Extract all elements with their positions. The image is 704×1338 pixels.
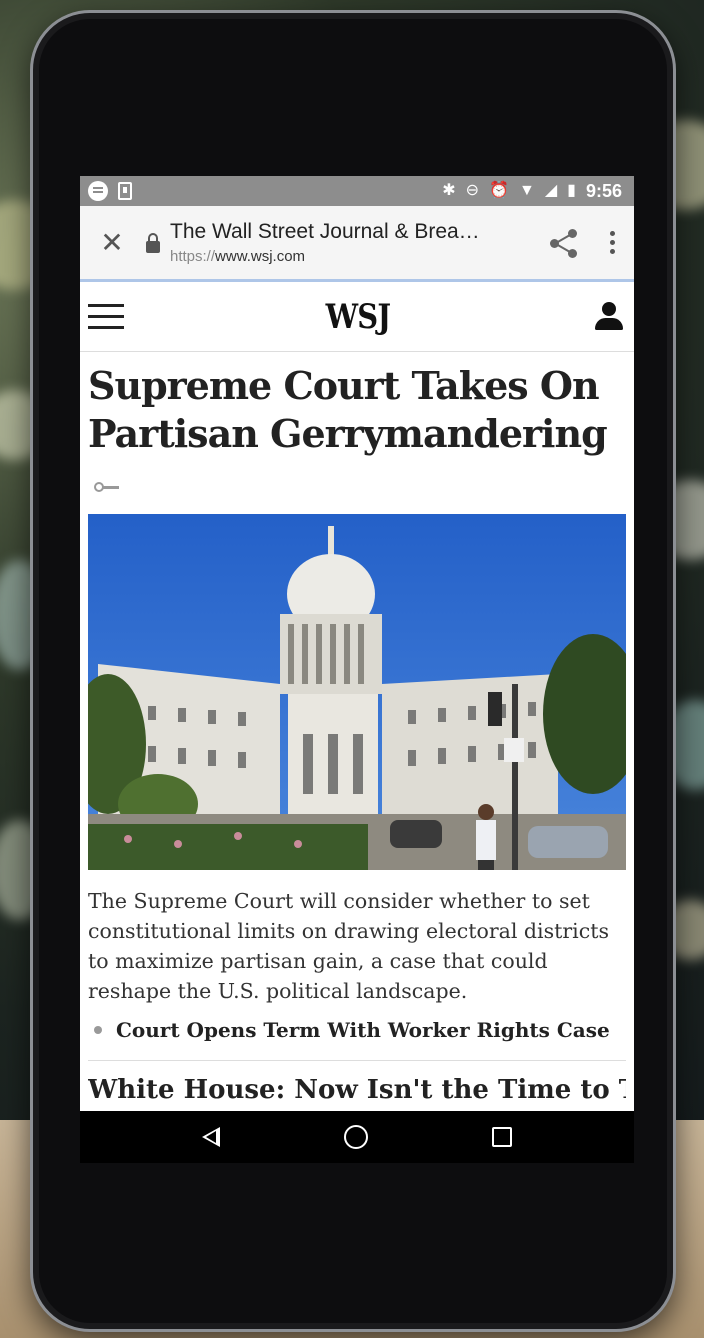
hamburger-menu-icon[interactable]	[88, 304, 124, 329]
divider	[88, 1060, 626, 1061]
android-nav-bar	[80, 1111, 634, 1163]
spotify-icon	[88, 181, 108, 201]
wsj-logo[interactable]: WSJ	[326, 297, 391, 337]
close-icon[interactable]: ✕	[92, 226, 132, 259]
bullet-icon	[94, 1026, 102, 1034]
status-bar: ✱ ⊖ ⏰ ▼ ◢ ▮ 9:56	[80, 176, 634, 206]
back-icon[interactable]	[202, 1127, 220, 1147]
subscriber-key-icon	[94, 482, 120, 492]
url-address: https://www.wsj.com	[170, 248, 536, 265]
bluetooth-icon: ✱	[442, 182, 456, 199]
phone-screen: ✱ ⊖ ⏰ ▼ ◢ ▮ 9:56 ✕ The Wall Street Journ…	[80, 176, 634, 1163]
article: Supreme Court Takes On Partisan Gerryman…	[80, 362, 634, 1105]
wifi-icon: ▼	[519, 182, 535, 199]
browser-toolbar: ✕ The Wall Street Journal & Brea… https:…	[80, 206, 634, 282]
battery-icon: ▮	[567, 182, 576, 199]
site-header: WSJ	[80, 282, 634, 352]
do-not-disturb-icon: ⊖	[465, 182, 480, 199]
download-icon	[118, 182, 132, 200]
home-icon[interactable]	[344, 1125, 368, 1149]
share-icon[interactable]	[546, 225, 582, 261]
alarm-icon: ⏰	[489, 182, 509, 199]
article-summary: The Supreme Court will consider whether …	[88, 889, 609, 1003]
related-article[interactable]: Court Opens Term With Worker Rights Case	[88, 1018, 626, 1042]
url-host: www.wsj.com	[215, 248, 306, 265]
url-scheme: https://	[170, 248, 216, 265]
capitol-building-photo[interactable]	[88, 514, 626, 870]
article-headline[interactable]: Supreme Court Takes On Partisan Gerryman…	[88, 362, 626, 458]
url-field[interactable]: The Wall Street Journal & Brea… https://…	[170, 220, 536, 265]
signal-icon: ◢	[544, 182, 558, 199]
next-article-headline[interactable]: White House: Now Isn't the Time to Talk	[88, 1075, 626, 1105]
user-account-icon[interactable]	[592, 300, 626, 334]
related-article-link[interactable]: Court Opens Term With Worker Rights Case	[116, 1018, 610, 1042]
page-title: The Wall Street Journal & Brea…	[170, 220, 480, 243]
recent-apps-icon[interactable]	[492, 1127, 512, 1147]
lock-icon	[146, 232, 160, 253]
status-time: 9:56	[585, 180, 622, 201]
more-vert-icon[interactable]	[602, 231, 622, 254]
